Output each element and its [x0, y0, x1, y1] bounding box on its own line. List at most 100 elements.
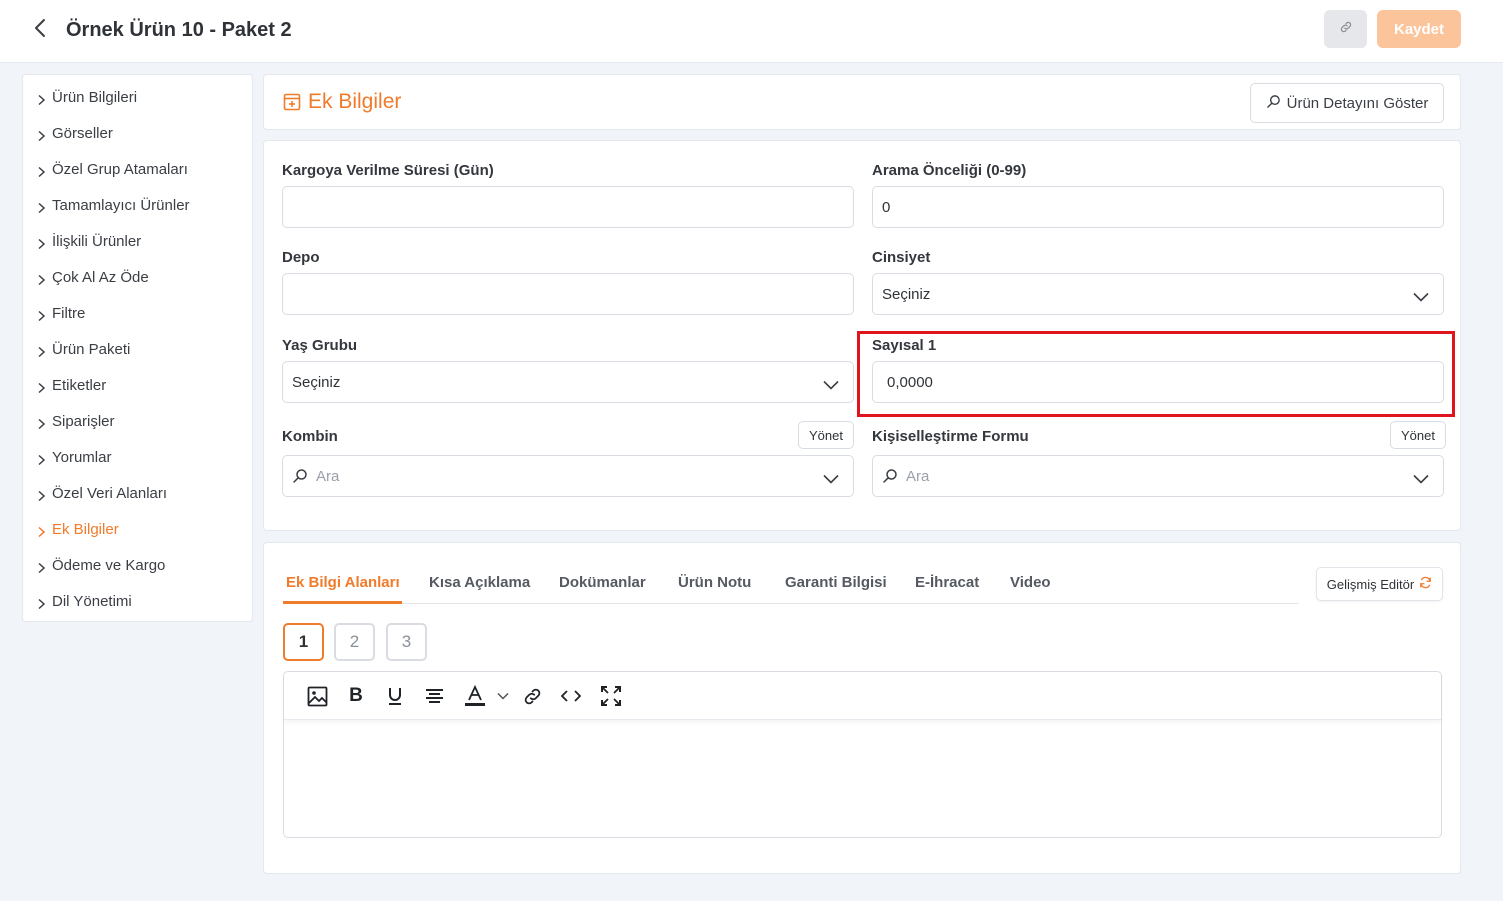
chevron-right-icon — [37, 237, 46, 249]
chevron-right-icon — [37, 525, 46, 537]
sidebar-item-label: Siparişler — [52, 412, 115, 430]
sidebar-item-cok-al-az-ode[interactable]: Çok Al Az Öde — [37, 265, 149, 289]
combine-search-select[interactable]: Ara — [282, 455, 854, 497]
sidebar-item-label: Özel Grup Atamaları — [52, 160, 188, 178]
age-group-label: Yaş Grubu — [282, 337, 358, 354]
image-icon[interactable] — [306, 685, 328, 707]
chevron-down-icon — [823, 377, 839, 390]
show-product-detail-label: Ürün Detayını Göster — [1286, 94, 1429, 112]
editor-toolbar: B — [284, 672, 1441, 720]
sidebar-item-label: Ürün Paketi — [52, 340, 131, 358]
add-box-icon — [283, 93, 301, 111]
advanced-editor-label: Gelişmiş Editör — [1326, 576, 1415, 592]
chevron-down-icon — [823, 471, 839, 484]
sidebar-item-iliskili-urunler[interactable]: İlişkili Ürünler — [37, 229, 141, 253]
sidebar-item-label: Tamamlayıcı Ürünler — [52, 196, 190, 214]
tab-kisa-aciklama[interactable]: Kısa Açıklama — [429, 574, 530, 591]
refresh-icon — [1419, 576, 1432, 592]
sidebar-item-ozel-veri-alanlari[interactable]: Özel Veri Alanları — [37, 481, 167, 505]
editor-card: Ek Bilgi Alanları Kısa Açıklama Dokümanl… — [263, 542, 1461, 874]
page-button-2[interactable]: 2 — [334, 623, 375, 661]
personalization-search-select[interactable]: Ara — [872, 455, 1444, 497]
sidebar-item-urun-paketi[interactable]: Ürün Paketi — [37, 337, 130, 361]
combine-manage-button[interactable]: Yönet — [798, 421, 854, 449]
link-icon — [1339, 20, 1353, 39]
tab-e-ihracat[interactable]: E-İhracat — [915, 574, 979, 591]
link-icon[interactable] — [521, 685, 543, 707]
code-icon[interactable] — [560, 685, 582, 707]
sidebar-item-tamamlayici-urunler[interactable]: Tamamlayıcı Ürünler — [37, 193, 190, 217]
search-priority-input[interactable]: 0 — [872, 186, 1444, 228]
chevron-right-icon — [37, 381, 46, 393]
chevron-right-icon — [37, 453, 46, 465]
save-button[interactable]: Kaydet — [1377, 10, 1461, 48]
sidebar-item-label: Filtre — [52, 304, 86, 322]
sidebar-item-label: Ek Bilgiler — [52, 520, 119, 538]
combine-placeholder: Ara — [316, 467, 340, 485]
underline-icon[interactable] — [386, 685, 404, 707]
search-priority-value: 0 — [882, 198, 891, 216]
sidebar-item-dil-yonetimi[interactable]: Dil Yönetimi — [37, 589, 132, 613]
search-priority-label: Arama Önceliği (0-99) — [872, 162, 1027, 179]
sidebar-item-label: Ödeme ve Kargo — [52, 556, 166, 574]
chevron-down-icon[interactable] — [496, 685, 510, 707]
page-button-1[interactable]: 1 — [283, 623, 324, 661]
sidebar-item-ek-bilgiler[interactable]: Ek Bilgiler — [37, 517, 119, 541]
personalization-label: Kişiselleştirme Formu — [872, 428, 1029, 445]
align-icon[interactable] — [424, 685, 444, 707]
tab-ek-bilgi-alanlari[interactable]: Ek Bilgi Alanları — [286, 574, 400, 591]
sidebar-item-label: Dil Yönetimi — [52, 592, 132, 610]
sidebar-item-label: Yorumlar — [52, 448, 112, 466]
search-icon — [292, 468, 308, 484]
show-product-detail-button[interactable]: Ürün Detayını Göster — [1250, 83, 1444, 123]
sidebar-item-label: Ürün Bilgileri — [52, 88, 138, 106]
page-button-3[interactable]: 3 — [386, 623, 427, 661]
sidebar-item-yorumlar[interactable]: Yorumlar — [37, 445, 111, 469]
copy-link-button[interactable] — [1324, 10, 1367, 48]
gender-label: Cinsiyet — [872, 249, 931, 266]
tab-garanti-bilgisi[interactable]: Garanti Bilgisi — [785, 574, 887, 591]
warehouse-input[interactable] — [282, 273, 854, 315]
fullscreen-icon[interactable] — [600, 685, 622, 707]
chevron-right-icon — [37, 345, 46, 357]
sidebar-item-siparisler[interactable]: Siparişler — [37, 409, 115, 433]
personalization-manage-button[interactable]: Yönet — [1390, 421, 1446, 449]
combine-label: Kombin — [282, 428, 338, 445]
sidebar-item-gorseller[interactable]: Görseller — [37, 121, 113, 145]
chevron-right-icon — [37, 489, 46, 501]
top-bar: Örnek Ürün 10 - Paket 2 Kaydet — [0, 0, 1503, 63]
chevron-right-icon — [37, 561, 46, 573]
section-header: Ek Bilgiler Ürün Detayını Göster — [263, 74, 1461, 130]
chevron-down-icon — [1413, 289, 1429, 302]
chevron-right-icon — [37, 165, 46, 177]
gender-value: Seçiniz — [882, 285, 931, 303]
tab-video[interactable]: Video — [1010, 574, 1051, 591]
shipping-time-input[interactable] — [282, 186, 854, 228]
sidebar-item-ozel-grup-atamalari[interactable]: Özel Grup Atamaları — [37, 157, 188, 181]
tab-divider — [283, 603, 1299, 604]
sidebar-item-label: Çok Al Az Öde — [52, 268, 149, 286]
search-icon — [1266, 94, 1281, 113]
highlight-box — [857, 331, 1455, 417]
chevron-right-icon — [37, 417, 46, 429]
search-icon — [882, 468, 898, 484]
tab-dokumanlar[interactable]: Dokümanlar — [559, 574, 646, 591]
age-group-select[interactable]: Seçiniz — [282, 361, 854, 403]
bold-icon[interactable]: B — [347, 685, 365, 707]
sidebar-item-filtre[interactable]: Filtre — [37, 301, 85, 325]
sidebar-item-etiketler[interactable]: Etiketler — [37, 373, 106, 397]
rich-text-editor[interactable]: B — [283, 671, 1442, 838]
sidebar-item-odeme-ve-kargo[interactable]: Ödeme ve Kargo — [37, 553, 165, 577]
advanced-editor-button[interactable]: Gelişmiş Editör — [1316, 567, 1443, 601]
sidebar-item-label: İlişkili Ürünler — [52, 232, 142, 250]
warehouse-label: Depo — [282, 249, 320, 266]
sidebar-item-label: Görseller — [52, 124, 113, 142]
sidebar-item-urun-bilgileri[interactable]: Ürün Bilgileri — [37, 85, 137, 109]
sidebar-nav: Ürün Bilgileri Görseller Özel Grup Atamala… — [22, 74, 253, 622]
tab-urun-notu[interactable]: Ürün Notu — [678, 574, 751, 591]
gender-select[interactable]: Seçiniz — [872, 273, 1444, 315]
personalization-placeholder: Ara — [906, 467, 930, 485]
back-icon[interactable] — [30, 16, 52, 40]
text-color-icon[interactable] — [463, 685, 487, 707]
chevron-right-icon — [37, 201, 46, 213]
